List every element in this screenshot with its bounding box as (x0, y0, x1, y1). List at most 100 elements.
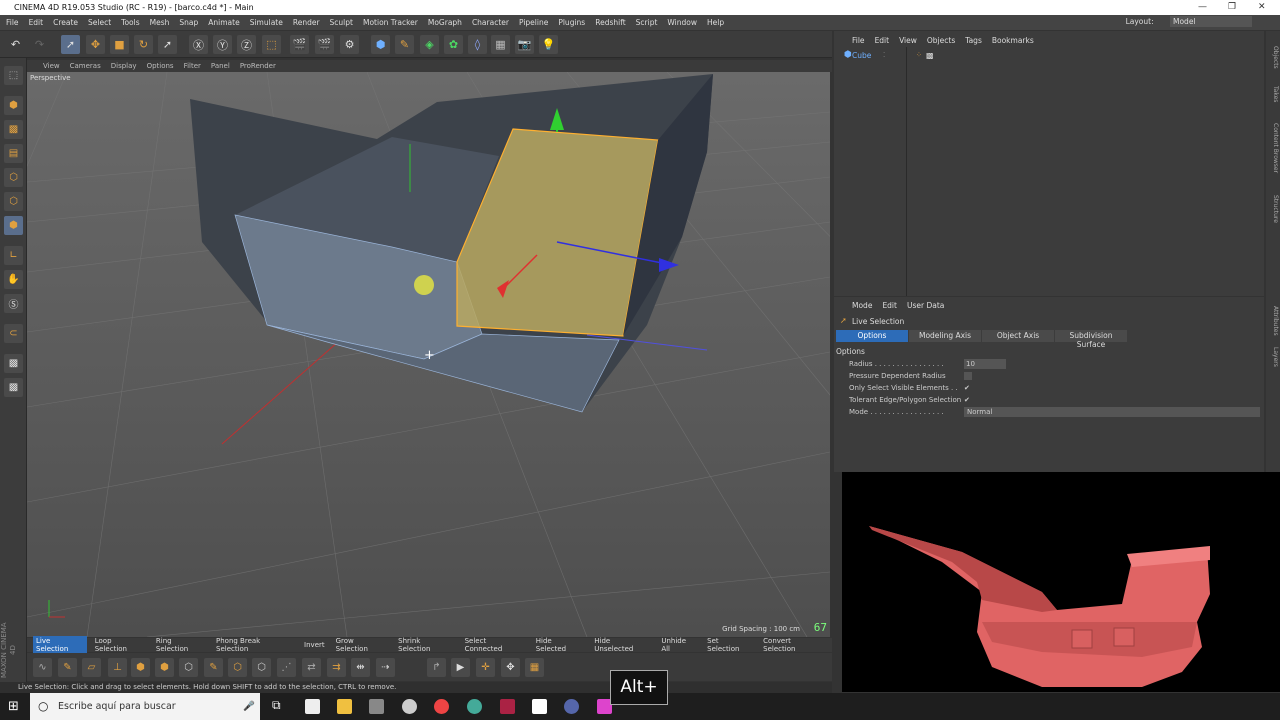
array-icon[interactable]: ✛ (476, 658, 495, 677)
menu-file[interactable]: File (6, 18, 19, 27)
hide-unselected-command[interactable]: Hide Unselected (591, 636, 653, 654)
invert-command[interactable]: Invert (301, 640, 328, 650)
objmgr-menu-file[interactable]: File (852, 36, 865, 45)
objmgr-menu-tags[interactable]: Tags (965, 36, 982, 45)
layout-select[interactable]: Model (1170, 16, 1252, 27)
minimize-button[interactable]: — (1198, 0, 1207, 15)
app-icon-7[interactable] (500, 699, 515, 714)
menu-script[interactable]: Script (636, 18, 658, 27)
viewport-menu-cameras[interactable]: Cameras (70, 62, 101, 70)
floor-icon[interactable]: ▦ (491, 35, 510, 54)
maximize-button[interactable]: ❐ (1228, 0, 1236, 15)
ring-selection-command[interactable]: Ring Selection (153, 636, 208, 654)
mode-select[interactable]: Normal (964, 407, 1260, 417)
smooth-shift-icon[interactable]: ✥ (501, 658, 520, 677)
menu-create[interactable]: Create (53, 18, 78, 27)
viewport-menu-options[interactable]: Options (147, 62, 174, 70)
layout-switcher[interactable]: Layout: Model (1126, 16, 1262, 27)
move-icon[interactable]: ✥ (86, 35, 105, 54)
chrome-icon[interactable] (434, 699, 449, 714)
phong-tag-icon[interactable]: ⁘ (916, 51, 922, 59)
viewport-menu-display[interactable]: Display (111, 62, 137, 70)
render-view-icon[interactable]: 🎬 (290, 35, 309, 54)
redo-icon[interactable]: ↷ (30, 35, 49, 54)
objmgr-menu-view[interactable]: View (899, 36, 917, 45)
magnet-tool-icon[interactable]: ▶ (451, 658, 470, 677)
menu-snap[interactable]: Snap (179, 18, 198, 27)
side-tab-objects[interactable]: Objects (1267, 37, 1279, 77)
menu-tools[interactable]: Tools (121, 18, 139, 27)
weld-icon[interactable]: ⬡ (228, 658, 247, 677)
render-picture-viewer-icon[interactable]: 🎬 (315, 35, 334, 54)
viewport-menu-prorender[interactable]: ProRender (240, 62, 276, 70)
undo-icon[interactable]: ↶ (6, 35, 25, 54)
menu-motion-tracker[interactable]: Motion Tracker (363, 18, 418, 27)
app-icon-3[interactable] (369, 699, 384, 714)
dissolve-icon[interactable]: ↱ (427, 658, 446, 677)
extrude-inner-icon[interactable]: ⬢ (155, 658, 174, 677)
x-axis-icon[interactable]: Ⓧ (189, 35, 208, 54)
render-settings-icon[interactable]: ⚙ (340, 35, 359, 54)
rotate-icon[interactable]: ↻ (134, 35, 153, 54)
grow-selection-command[interactable]: Grow Selection (333, 636, 391, 654)
menu-mesh[interactable]: Mesh (150, 18, 170, 27)
taskbar-search[interactable]: ○ Escribe aquí para buscar 🎤 (30, 693, 260, 720)
only-visible-checkbox[interactable]: ✔ (964, 383, 970, 394)
objmgr-menu-edit[interactable]: Edit (875, 36, 890, 45)
cloner-icon[interactable]: ✿ (444, 35, 463, 54)
app-icon-4[interactable] (402, 699, 417, 714)
knife-icon[interactable]: ▱ (82, 658, 101, 677)
texture-mode-icon[interactable]: ▩ (4, 120, 23, 139)
menu-render[interactable]: Render (293, 18, 320, 27)
shrink-selection-command[interactable]: Shrink Selection (395, 636, 456, 654)
spin-edge-icon[interactable]: ⇹ (351, 658, 370, 677)
mirror-icon[interactable]: ⬡ (252, 658, 271, 677)
tab-options[interactable]: Options (836, 330, 908, 342)
lock-workplane-icon[interactable]: ▩ (4, 354, 23, 373)
tab-subdivision-surface[interactable]: Subdivision Surface (1055, 330, 1127, 349)
deformer-icon[interactable]: ◊ (468, 35, 487, 54)
objmgr-menu-objects[interactable]: Objects (927, 36, 955, 45)
set-point-value-icon[interactable]: ⇢ (376, 658, 395, 677)
object-row[interactable]: ⬢ Cube ⁚ ⁘ ▩ (838, 49, 1264, 61)
phong-break-selection-command[interactable]: Phong Break Selection (213, 636, 296, 654)
menu-help[interactable]: Help (707, 18, 724, 27)
object-name[interactable]: Cube (852, 51, 871, 60)
menu-simulate[interactable]: Simulate (250, 18, 283, 27)
recent-tool-icon[interactable]: ➚ (158, 35, 177, 54)
extrude-icon[interactable]: ⬢ (131, 658, 150, 677)
menu-mograph[interactable]: MoGraph (428, 18, 462, 27)
axis-icon[interactable]: ∟ (4, 246, 23, 265)
magnet-icon[interactable]: ⊂ (4, 324, 23, 343)
photos-icon[interactable] (532, 699, 547, 714)
attr-menu-user-data[interactable]: User Data (907, 301, 944, 310)
menu-redshift[interactable]: Redshift (595, 18, 625, 27)
live-selection-icon[interactable]: ➚ (61, 35, 80, 54)
windows-start-icon[interactable]: ⊞ (8, 699, 19, 714)
cinema4d-icon[interactable] (564, 699, 579, 714)
radius-input[interactable]: 10 (964, 359, 1006, 369)
tab-modeling-axis[interactable]: Modeling Axis (909, 330, 981, 342)
menu-window[interactable]: Window (667, 18, 697, 27)
select-connected-command[interactable]: Select Connected (462, 636, 528, 654)
points-mode-icon[interactable]: ⬡ (4, 168, 23, 187)
stitch-icon[interactable]: ⋰ (277, 658, 296, 677)
menu-pipeline[interactable]: Pipeline (519, 18, 548, 27)
app-icon-6[interactable] (467, 699, 482, 714)
visibility-dots-icon[interactable]: ⁚ (883, 51, 885, 59)
camera-icon[interactable]: 📷 (515, 35, 534, 54)
planar-workplane-icon[interactable]: ▩ (4, 378, 23, 397)
subdivision-icon[interactable]: ◈ (420, 35, 439, 54)
file-explorer-icon[interactable] (337, 699, 352, 714)
menu-animate[interactable]: Animate (208, 18, 239, 27)
unhide-all-command[interactable]: Unhide All (658, 636, 699, 654)
menu-edit[interactable]: Edit (29, 18, 44, 27)
side-tab-layers[interactable]: Layers (1267, 343, 1279, 371)
make-editable-icon[interactable]: ⬚ (4, 66, 23, 85)
workplane-icon[interactable]: ▤ (4, 144, 23, 163)
task-view-icon[interactable]: ⧉ (272, 698, 281, 713)
normal-move-icon[interactable]: ▦ (525, 658, 544, 677)
tweak-icon[interactable]: ✋ (4, 270, 23, 289)
model-mode-icon[interactable]: ⬢ (4, 96, 23, 115)
line-cut-icon[interactable]: ∿ (33, 658, 52, 677)
